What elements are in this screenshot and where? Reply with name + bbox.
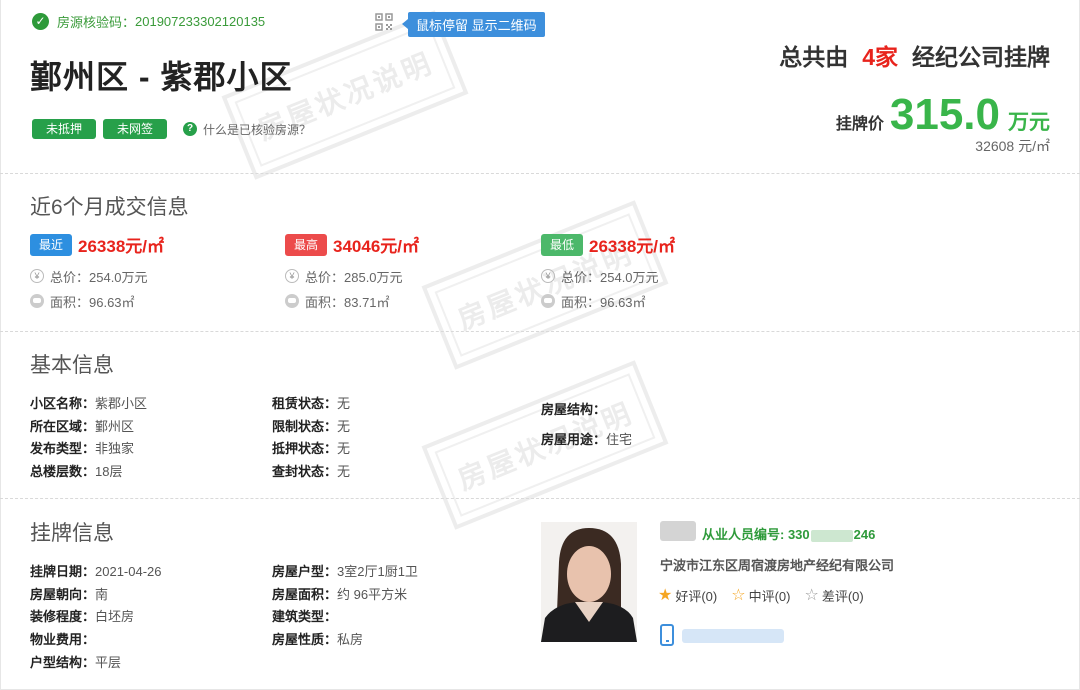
listing-info-title: 挂牌信息 [30,522,114,545]
star-outline-icon: ☆ [804,586,819,604]
deal-unit-price: 26338元/㎡ [78,237,165,256]
coin-icon: ¥ [541,269,555,283]
divider [0,498,1080,499]
deal-area-text: 面积：96.63㎡ [561,294,646,310]
area-icon [541,294,555,308]
good-rating[interactable]: ★ 好评(0) [658,586,717,605]
qr-tooltip: 鼠标停留 显示二维码 [402,12,545,37]
area-icon [30,294,44,308]
agent-id-tail: 246 [853,527,876,542]
divider [0,173,1080,174]
deal-total-text: 总价：254.0万元 [50,269,148,285]
basic-mortgage-status: 抵押状态：无 [272,441,351,456]
deal-badge: 最低 [541,233,584,256]
deal-highest: 最高 34046元/㎡ ¥ 总价：285.0万元 面积：83.71㎡ [285,232,525,310]
page-title: 鄞州区 - 紫郡小区 [30,59,293,95]
basic-lease-status: 租赁状态：无 [272,396,351,411]
deal-recent: 最近 26338元/㎡ ¥ 总价：254.0万元 面积：96.63㎡ [30,232,270,310]
help-icon[interactable]: ? [183,122,197,136]
deal-unit-price: 34046元/㎡ [333,237,420,256]
deal-lowest: 最低 26338元/㎡ ¥ 总价：254.0万元 面积：96.63㎡ [541,232,781,310]
contract-status-tag: 未网签 [103,119,168,139]
unit-price: 32608 元/㎡ [975,138,1050,154]
deal-total-text: 总价：254.0万元 [561,269,659,285]
listing-layout-structure: 户型结构：平层 [30,655,122,670]
agency-prefix: 总共由 [779,44,849,70]
agent-license-id: 从业人员编号: 330 246 [702,524,875,543]
basic-floors: 总楼层数：18层 [30,464,123,479]
basic-district: 所在区域：鄞州区 [30,419,135,434]
check-icon: ✓ [32,13,49,30]
deal-area-text: 面积：83.71㎡ [305,294,390,310]
basic-usage: 房屋用途：住宅 [541,432,633,447]
listing-property-nature: 房屋性质：私房 [272,632,364,647]
deal-total: ¥ 总价：254.0万元 [541,269,781,285]
basic-info-title: 基本信息 [30,354,114,377]
star-outline-icon: ☆ [731,586,746,604]
listing-property-fee: 物业费用： [30,632,96,647]
basic-community: 小区名称：紫郡小区 [30,396,148,411]
agent-company[interactable]: 宁波市江东区周宿渡房地产经纪有限公司 [660,555,894,574]
basic-seizure-status: 查封状态：无 [272,464,351,479]
verify-help-link[interactable]: 什么是已核验房源？ [203,121,311,138]
basic-restriction-status: 限制状态：无 [272,419,351,434]
agent-ratings: ★ 好评(0) ☆ 中评(0) ☆ 差评(0) [658,586,878,605]
verify-code: ✓ 房源核验码： 201907233302120135 [32,12,265,31]
price-unit: 万元 [1008,111,1050,134]
listing-orientation: 房屋朝向：南 [30,587,109,602]
deal-area-text: 面积：96.63㎡ [50,294,135,310]
agent-id-label: 从业人员编号: 330 [702,527,810,542]
star-filled-icon: ★ [658,586,673,604]
verify-label: 房源核验码： [57,15,136,30]
coin-icon: ¥ [285,269,299,283]
listing-room-type: 房屋户型：3室2厅1厨1卫 [272,564,418,579]
deal-badge: 最高 [285,233,328,256]
bad-rating[interactable]: ☆ 差评(0) [804,586,863,605]
agent-photo[interactable] [541,522,637,642]
price-value: 315.0 [889,90,1000,139]
listing-price: 挂牌价 315.0 万元 [836,93,1050,137]
listing-decoration: 装修程度：白坯房 [30,609,135,624]
neutral-rating[interactable]: ☆ 中评(0) [731,586,790,605]
price-label: 挂牌价 [835,116,884,133]
deals-title: 近6个月成交信息 [30,196,189,219]
agency-count-value[interactable]: 4家 [862,44,898,70]
basic-structure: 房屋结构： [541,402,607,417]
agency-suffix: 经纪公司挂牌 [912,44,1050,70]
deal-area: 面积：96.63㎡ [541,294,781,310]
coin-icon: ¥ [30,269,44,283]
agent-name-redacted [660,521,696,541]
deal-total: ¥ 总价：285.0万元 [285,269,525,285]
deal-area: 面积：83.71㎡ [285,294,525,310]
qr-code-icon[interactable] [375,13,393,31]
listing-date: 挂牌日期：2021-04-26 [30,564,162,579]
phone-icon[interactable] [660,624,674,646]
verify-code-value: 201907233302120135 [135,14,266,29]
deal-total: ¥ 总价：254.0万元 [30,269,270,285]
deal-unit-price: 26338元/㎡ [589,237,676,256]
basic-publish-type: 发布类型：非独家 [30,441,135,456]
agency-count: 总共由 4家 经纪公司挂牌 [779,38,1050,72]
redacted-block [810,529,853,542]
listing-area: 房屋面积：约 96平方米 [272,587,408,602]
deal-area: 面积：96.63㎡ [30,294,270,310]
listing-building-type: 建筑类型： [272,609,338,624]
divider [0,331,1080,332]
area-icon [285,294,299,308]
deal-total-text: 总价：285.0万元 [305,269,403,285]
agent-phone-redacted[interactable] [682,629,784,643]
deal-badge: 最近 [30,233,73,256]
mortgage-status-tag: 未抵押 [32,119,97,139]
